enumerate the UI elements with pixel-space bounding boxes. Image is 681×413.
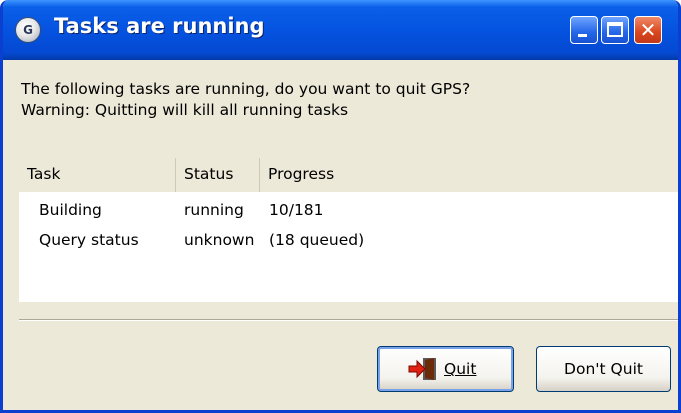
close-icon: ✕ bbox=[639, 18, 657, 42]
task-name: Query status bbox=[39, 231, 139, 249]
warning-text: Warning: Quitting will kill all running … bbox=[21, 101, 349, 119]
task-row[interactable]: Query status unknown (18 queued) bbox=[19, 226, 678, 254]
quit-question-text: The following tasks are running, do you … bbox=[21, 80, 471, 98]
column-header-task[interactable]: Task bbox=[19, 158, 175, 192]
close-button[interactable]: ✕ bbox=[634, 16, 662, 44]
task-status: running bbox=[184, 201, 244, 219]
minimize-button[interactable] bbox=[570, 16, 598, 44]
gps-logo-icon: G bbox=[16, 18, 40, 42]
dialog-window: G Tasks are running ✕ The following task… bbox=[0, 0, 681, 413]
task-row[interactable]: Building running 10/181 bbox=[19, 196, 678, 224]
column-header-progress[interactable]: Progress bbox=[259, 158, 678, 192]
quit-button[interactable]: Quit bbox=[377, 346, 514, 392]
exit-door-icon bbox=[408, 358, 436, 380]
task-progress: 10/181 bbox=[269, 201, 324, 219]
quit-button-label: Quit bbox=[444, 360, 477, 378]
window-title: Tasks are running bbox=[54, 14, 265, 38]
button-separator bbox=[19, 319, 678, 321]
dont-quit-button-label: Don't Quit bbox=[564, 360, 643, 378]
maximize-icon bbox=[607, 22, 623, 37]
dont-quit-button[interactable]: Don't Quit bbox=[536, 346, 671, 392]
task-progress: (18 queued) bbox=[269, 231, 365, 249]
title-bar[interactable]: G Tasks are running ✕ bbox=[3, 0, 678, 60]
app-icon-letter: G bbox=[23, 23, 33, 37]
minimize-icon bbox=[578, 34, 587, 37]
task-name: Building bbox=[39, 201, 102, 219]
maximize-button[interactable] bbox=[601, 16, 629, 44]
task-list[interactable]: Building running 10/181 Query status unk… bbox=[19, 192, 678, 302]
task-status: unknown bbox=[184, 231, 255, 249]
column-header-status[interactable]: Status bbox=[175, 158, 259, 192]
task-list-header: Task Status Progress bbox=[19, 158, 678, 193]
